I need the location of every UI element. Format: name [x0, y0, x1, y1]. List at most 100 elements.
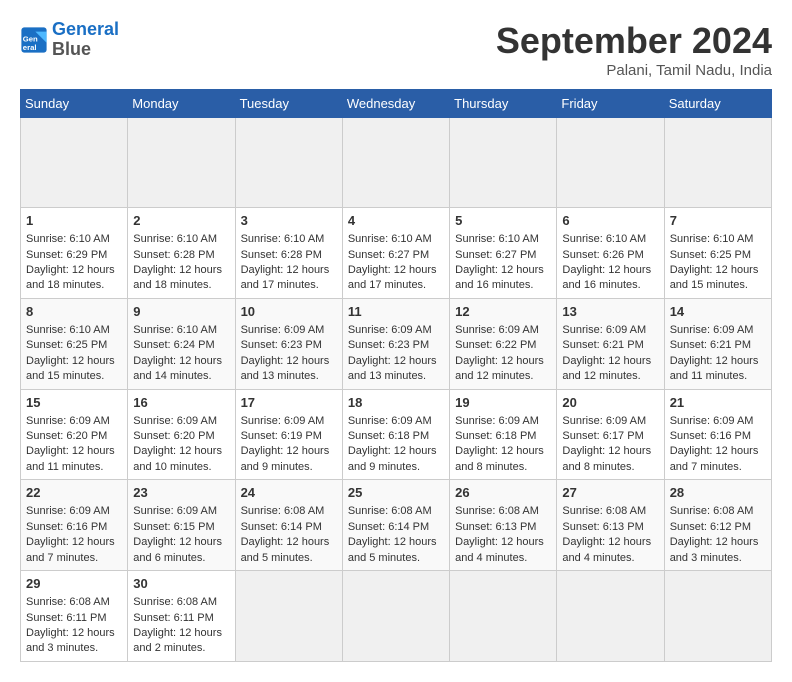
day-info: Sunset: 6:29 PM [26, 248, 122, 263]
day-info: and 3 minutes. [670, 551, 766, 566]
logo: Gen eral GeneralBlue [20, 20, 119, 60]
day-info: Daylight: 12 hours [670, 354, 766, 369]
svg-text:Gen: Gen [23, 34, 38, 43]
day-info: Daylight: 12 hours [133, 444, 229, 459]
calendar-cell: 6Sunrise: 6:10 AMSunset: 6:26 PMDaylight… [557, 208, 664, 299]
day-info: Sunset: 6:21 PM [670, 338, 766, 353]
day-info: and 15 minutes. [26, 369, 122, 384]
calendar-cell: 19Sunrise: 6:09 AMSunset: 6:18 PMDayligh… [450, 389, 557, 480]
calendar-table: SundayMondayTuesdayWednesdayThursdayFrid… [20, 89, 772, 662]
day-info: Sunset: 6:13 PM [562, 520, 658, 535]
calendar-cell [21, 118, 128, 208]
day-number: 22 [26, 484, 122, 502]
day-info: and 4 minutes. [455, 551, 551, 566]
day-info: and 14 minutes. [133, 369, 229, 384]
calendar-cell: 18Sunrise: 6:09 AMSunset: 6:18 PMDayligh… [342, 389, 449, 480]
day-info: Sunset: 6:20 PM [26, 429, 122, 444]
day-info: and 13 minutes. [241, 369, 337, 384]
day-info: Sunrise: 6:09 AM [348, 323, 444, 338]
day-info: Sunset: 6:17 PM [562, 429, 658, 444]
day-info: and 11 minutes. [26, 460, 122, 475]
day-info: and 5 minutes. [348, 551, 444, 566]
day-header-saturday: Saturday [664, 90, 771, 118]
calendar-cell: 30Sunrise: 6:08 AMSunset: 6:11 PMDayligh… [128, 571, 235, 662]
day-number: 21 [670, 394, 766, 412]
day-info: Sunrise: 6:10 AM [26, 232, 122, 247]
day-info: Sunrise: 6:08 AM [241, 504, 337, 519]
calendar-week-5: 29Sunrise: 6:08 AMSunset: 6:11 PMDayligh… [21, 571, 772, 662]
day-info: and 11 minutes. [670, 369, 766, 384]
day-info: and 4 minutes. [562, 551, 658, 566]
day-header-sunday: Sunday [21, 90, 128, 118]
day-number: 13 [562, 303, 658, 321]
day-info: Sunset: 6:15 PM [133, 520, 229, 535]
day-info: Sunset: 6:23 PM [348, 338, 444, 353]
calendar-cell: 16Sunrise: 6:09 AMSunset: 6:20 PMDayligh… [128, 389, 235, 480]
day-number: 9 [133, 303, 229, 321]
calendar-cell: 24Sunrise: 6:08 AMSunset: 6:14 PMDayligh… [235, 480, 342, 571]
calendar-cell: 22Sunrise: 6:09 AMSunset: 6:16 PMDayligh… [21, 480, 128, 571]
calendar-cell: 23Sunrise: 6:09 AMSunset: 6:15 PMDayligh… [128, 480, 235, 571]
calendar-cell: 10Sunrise: 6:09 AMSunset: 6:23 PMDayligh… [235, 298, 342, 389]
day-info: Sunrise: 6:10 AM [241, 232, 337, 247]
day-number: 17 [241, 394, 337, 412]
day-info: and 3 minutes. [26, 641, 122, 656]
day-info: Daylight: 12 hours [348, 263, 444, 278]
day-number: 25 [348, 484, 444, 502]
day-info: Sunrise: 6:10 AM [133, 232, 229, 247]
calendar-cell [342, 118, 449, 208]
day-info: Daylight: 12 hours [455, 444, 551, 459]
day-info: Sunset: 6:12 PM [670, 520, 766, 535]
day-info: Sunrise: 6:10 AM [455, 232, 551, 247]
calendar-week-4: 22Sunrise: 6:09 AMSunset: 6:16 PMDayligh… [21, 480, 772, 571]
day-info: and 16 minutes. [455, 278, 551, 293]
calendar-cell: 7Sunrise: 6:10 AMSunset: 6:25 PMDaylight… [664, 208, 771, 299]
calendar-cell: 14Sunrise: 6:09 AMSunset: 6:21 PMDayligh… [664, 298, 771, 389]
day-number: 20 [562, 394, 658, 412]
day-info: Sunset: 6:16 PM [26, 520, 122, 535]
page-header: Gen eral GeneralBlue September 2024 Pala… [20, 20, 772, 79]
calendar-week-1: 1Sunrise: 6:10 AMSunset: 6:29 PMDaylight… [21, 208, 772, 299]
calendar-cell: 8Sunrise: 6:10 AMSunset: 6:25 PMDaylight… [21, 298, 128, 389]
day-info: Sunset: 6:23 PM [241, 338, 337, 353]
day-info: Sunrise: 6:09 AM [133, 504, 229, 519]
day-info: Sunset: 6:20 PM [133, 429, 229, 444]
day-info: Daylight: 12 hours [241, 444, 337, 459]
calendar-cell [450, 118, 557, 208]
day-info: and 10 minutes. [133, 460, 229, 475]
calendar-cell: 29Sunrise: 6:08 AMSunset: 6:11 PMDayligh… [21, 571, 128, 662]
day-info: and 8 minutes. [455, 460, 551, 475]
day-number: 12 [455, 303, 551, 321]
day-number: 15 [26, 394, 122, 412]
day-info: Sunset: 6:25 PM [26, 338, 122, 353]
month-title: September 2024 [496, 20, 772, 62]
calendar-cell: 5Sunrise: 6:10 AMSunset: 6:27 PMDaylight… [450, 208, 557, 299]
calendar-cell: 4Sunrise: 6:10 AMSunset: 6:27 PMDaylight… [342, 208, 449, 299]
day-info: and 9 minutes. [348, 460, 444, 475]
day-info: Sunset: 6:18 PM [455, 429, 551, 444]
calendar-cell: 1Sunrise: 6:10 AMSunset: 6:29 PMDaylight… [21, 208, 128, 299]
calendar-cell [235, 118, 342, 208]
location: Palani, Tamil Nadu, India [496, 62, 772, 79]
calendar-cell: 27Sunrise: 6:08 AMSunset: 6:13 PMDayligh… [557, 480, 664, 571]
day-info: and 17 minutes. [348, 278, 444, 293]
calendar-cell: 25Sunrise: 6:08 AMSunset: 6:14 PMDayligh… [342, 480, 449, 571]
day-info: Sunrise: 6:09 AM [455, 414, 551, 429]
day-info: Daylight: 12 hours [133, 626, 229, 641]
calendar-cell: 13Sunrise: 6:09 AMSunset: 6:21 PMDayligh… [557, 298, 664, 389]
day-header-thursday: Thursday [450, 90, 557, 118]
day-info: and 8 minutes. [562, 460, 658, 475]
day-info: Sunrise: 6:08 AM [348, 504, 444, 519]
day-number: 7 [670, 212, 766, 230]
day-info: Daylight: 12 hours [241, 263, 337, 278]
calendar-cell: 21Sunrise: 6:09 AMSunset: 6:16 PMDayligh… [664, 389, 771, 480]
day-info: Sunrise: 6:09 AM [562, 323, 658, 338]
day-info: and 9 minutes. [241, 460, 337, 475]
day-info: Sunrise: 6:09 AM [26, 504, 122, 519]
day-info: Sunrise: 6:10 AM [562, 232, 658, 247]
calendar-cell: 15Sunrise: 6:09 AMSunset: 6:20 PMDayligh… [21, 389, 128, 480]
day-info: Daylight: 12 hours [348, 535, 444, 550]
day-info: Sunrise: 6:09 AM [133, 414, 229, 429]
calendar-cell [450, 571, 557, 662]
day-info: and 18 minutes. [133, 278, 229, 293]
